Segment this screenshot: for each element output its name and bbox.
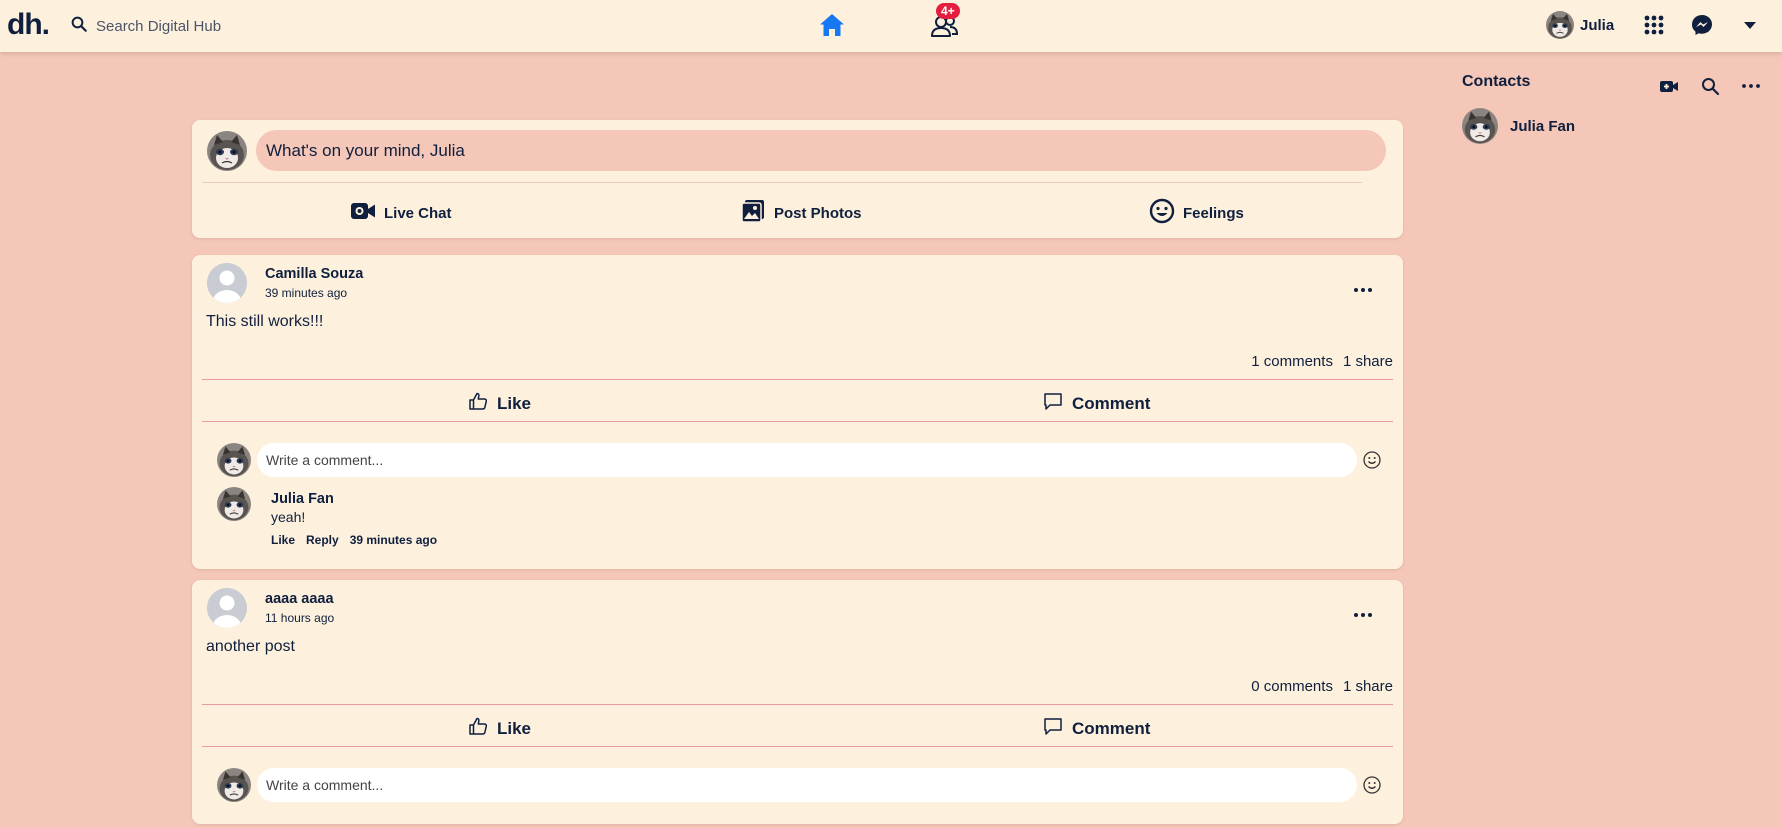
notification-badge: 4+ (936, 3, 960, 19)
search-input[interactable] (96, 17, 356, 35)
avatar (1462, 108, 1498, 144)
post-timestamp: 11 hours ago (265, 611, 335, 625)
comment-like-link[interactable]: Like (271, 533, 295, 547)
post-stats: 0 comments 1 share (1251, 678, 1393, 695)
divider (202, 421, 1393, 422)
comment-button[interactable]: Comment (1043, 716, 1150, 741)
comment-label: Comment (1072, 718, 1151, 738)
like-label: Like (497, 393, 532, 413)
more-options-icon[interactable] (1741, 76, 1761, 96)
search-contacts-icon[interactable] (1700, 76, 1720, 96)
smiley-icon (1149, 198, 1183, 228)
post-author[interactable]: aaaa aaaa (265, 591, 334, 607)
avatar[interactable] (217, 487, 251, 521)
composer-input[interactable]: What's on your mind, Julia (256, 130, 1386, 171)
comment-label: Comment (1072, 393, 1151, 413)
comment-author[interactable]: Julia Fan (271, 491, 448, 507)
divider (202, 704, 1393, 705)
post-photos-button[interactable]: Post Photos (740, 198, 862, 228)
video-icon (350, 198, 384, 228)
comment-composer (217, 768, 1357, 802)
comment-button[interactable]: Comment (1043, 391, 1150, 416)
contact-item[interactable]: Julia Fan (1462, 108, 1575, 144)
comment-text: yeah! (271, 509, 306, 525)
comments-count[interactable]: 1 comments (1251, 353, 1333, 370)
like-button[interactable]: Like (468, 391, 531, 416)
post-photos-label: Post Photos (774, 204, 862, 222)
feed-post: Camilla Souza 39 minutes ago This still … (192, 255, 1403, 569)
contacts-title: Contacts (1462, 73, 1531, 90)
live-chat-button[interactable]: Live Chat (350, 198, 452, 228)
comment-input[interactable] (257, 768, 1357, 802)
feelings-label: Feelings (1183, 204, 1244, 222)
emoji-icon[interactable] (1362, 450, 1382, 470)
live-chat-label: Live Chat (384, 204, 452, 222)
comment-item: Julia Fan yeah! Like Reply 39 minutes ag… (217, 487, 448, 547)
post-body: This still works!!! (206, 313, 324, 330)
apps-grid-icon[interactable] (1642, 13, 1666, 37)
comment-timestamp: 39 minutes ago (349, 533, 438, 547)
profile-chip[interactable]: Julia (1546, 10, 1614, 40)
divider (202, 182, 1362, 183)
search-box[interactable] (70, 14, 356, 38)
comment-bubble-icon (1043, 391, 1072, 416)
like-label: Like (497, 718, 532, 738)
contact-name: Julia Fan (1510, 117, 1576, 135)
avatar (1546, 11, 1574, 39)
post-composer: What's on your mind, Julia Live Chat Pos… (192, 120, 1403, 238)
new-video-call-icon[interactable] (1659, 76, 1679, 96)
feed-post: aaaa aaaa 11 hours ago another post 0 co… (192, 580, 1403, 824)
comment-input[interactable] (257, 443, 1357, 477)
avatar (217, 443, 251, 477)
home-icon[interactable] (818, 11, 846, 39)
comment-bubble-icon (1043, 716, 1072, 741)
profile-name: Julia (1580, 16, 1615, 34)
app-logo[interactable]: dh. (7, 8, 50, 42)
top-navigation-bar: dh. 4+ Julia (0, 0, 1782, 52)
like-button[interactable]: Like (468, 716, 531, 741)
comment-actions: Like Reply 39 minutes ago (271, 533, 448, 547)
avatar (207, 131, 247, 171)
comment-composer (217, 443, 1357, 477)
emoji-icon[interactable] (1362, 775, 1382, 795)
divider (202, 746, 1393, 747)
thumbs-up-icon (468, 716, 497, 741)
dropdown-caret-icon[interactable] (1738, 13, 1762, 37)
shares-count[interactable]: 1 share (1343, 353, 1393, 370)
search-icon (70, 15, 88, 38)
shares-count[interactable]: 1 share (1343, 678, 1393, 695)
avatar (217, 768, 251, 802)
comments-count[interactable]: 0 comments (1251, 678, 1333, 695)
post-header: Camilla Souza 39 minutes ago (207, 263, 363, 303)
post-header: aaaa aaaa 11 hours ago (207, 588, 334, 628)
more-options-icon[interactable] (1353, 605, 1373, 617)
thumbs-up-icon (468, 391, 497, 416)
more-options-icon[interactable] (1353, 280, 1373, 292)
post-author[interactable]: Camilla Souza (265, 266, 363, 282)
feelings-button[interactable]: Feelings (1149, 198, 1244, 228)
post-stats: 1 comments 1 share (1251, 353, 1393, 370)
photos-icon (740, 198, 774, 228)
messenger-icon[interactable] (1690, 13, 1714, 37)
post-timestamp: 39 minutes ago (265, 286, 348, 300)
comment-reply-link[interactable]: Reply (306, 533, 339, 547)
default-avatar-icon[interactable] (207, 588, 247, 628)
divider (202, 379, 1393, 380)
post-body: another post (206, 638, 295, 655)
default-avatar-icon[interactable] (207, 263, 247, 303)
